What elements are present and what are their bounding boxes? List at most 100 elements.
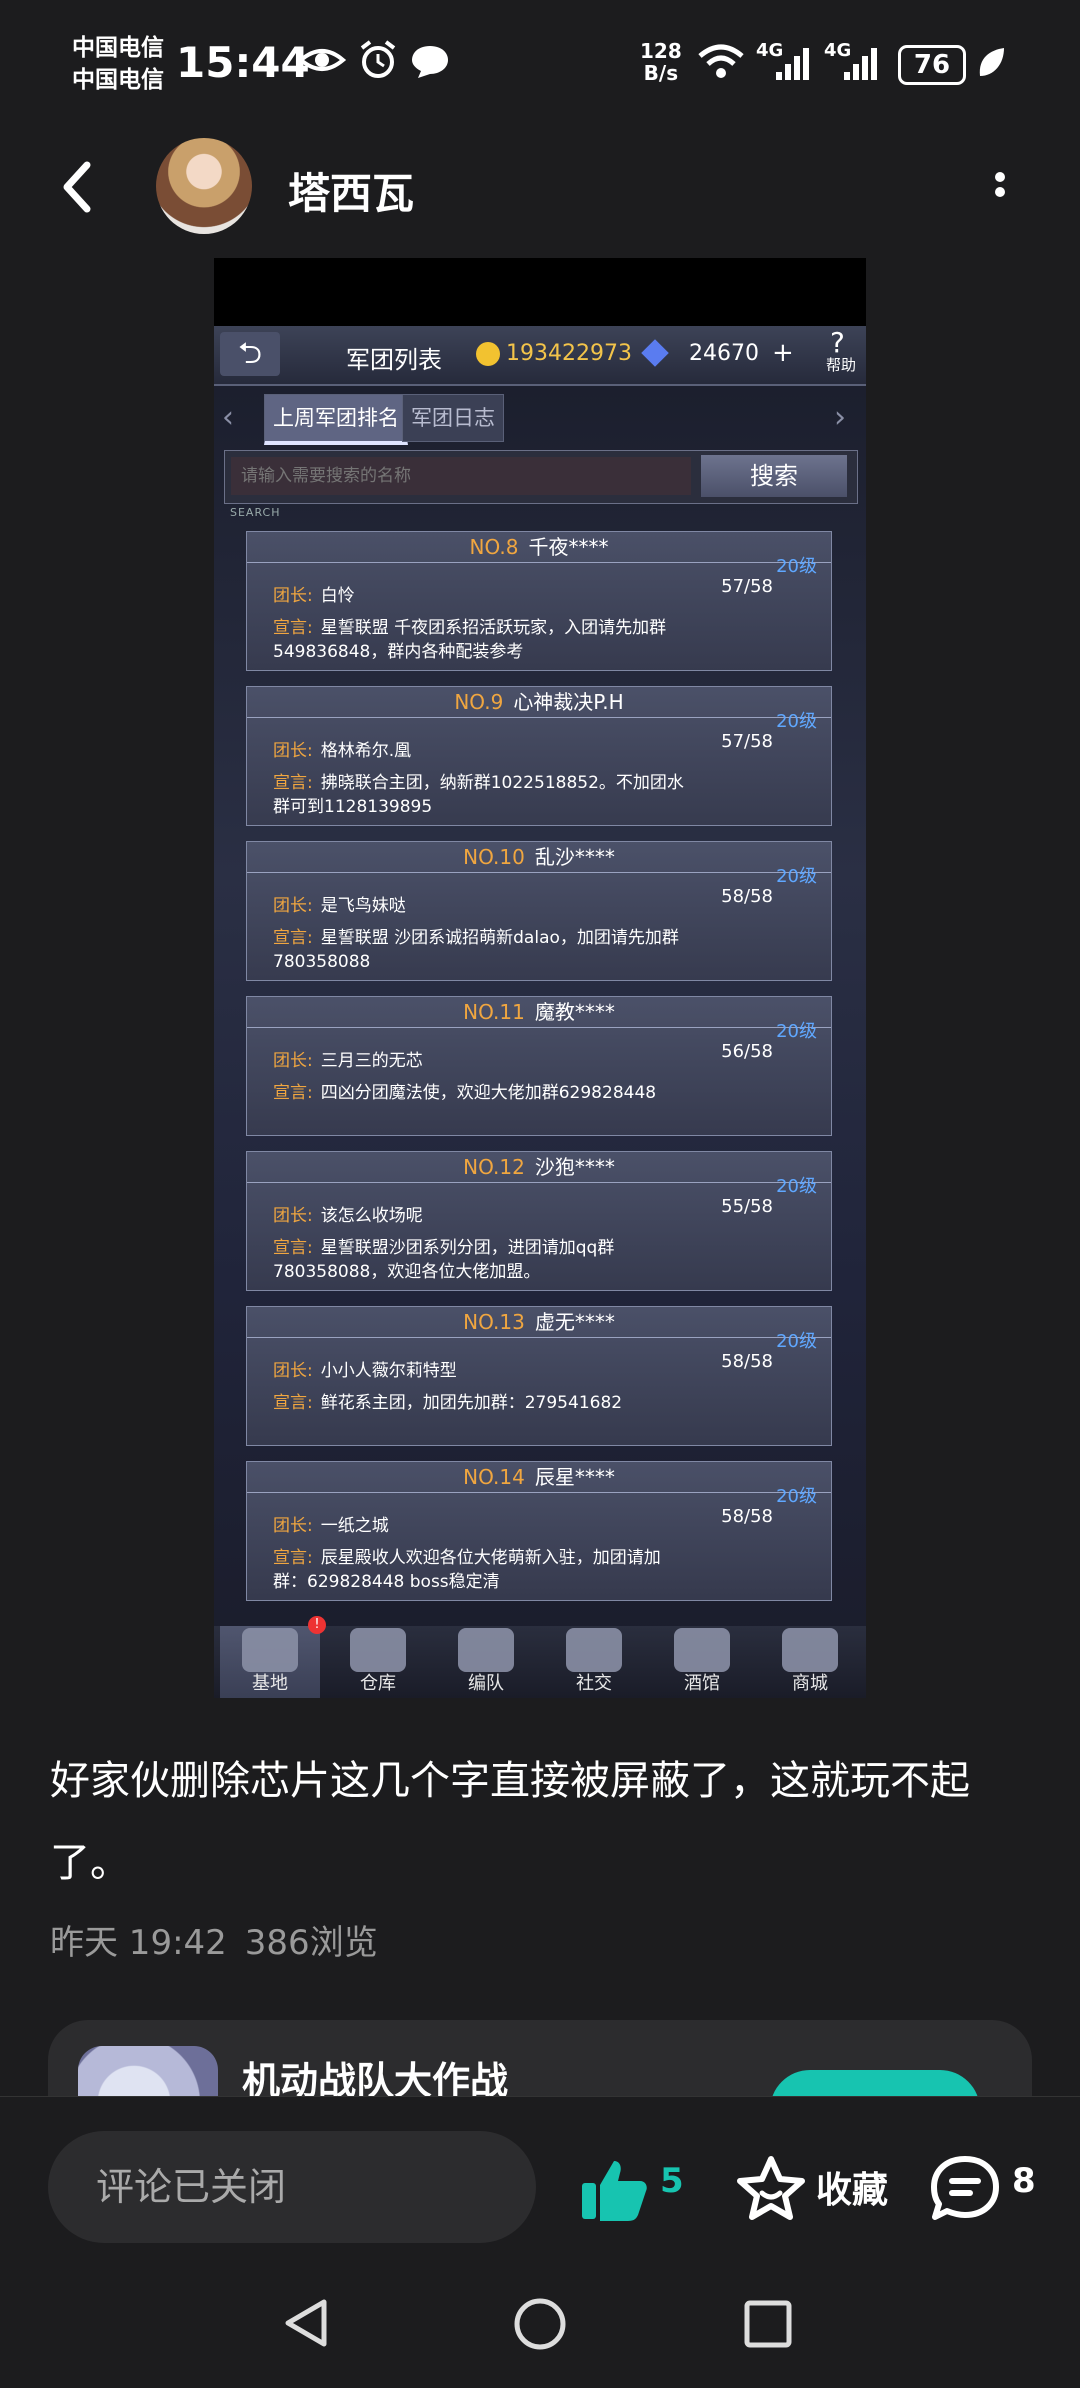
legion-leader: 团长: 白怜	[273, 584, 693, 608]
legion-rank: NO.8	[469, 535, 519, 559]
game-search-button: 搜索	[701, 455, 847, 497]
wifi-icon	[698, 44, 744, 78]
chevron-right-icon: ›	[834, 400, 846, 435]
more-options-icon[interactable]	[985, 165, 1015, 215]
legion-header: NO.8 千夜****	[247, 532, 831, 563]
declaration-value: 星誓联盟 沙团系诚招萌新dalao，加团请先加群780358088	[273, 928, 679, 972]
handshake-icon	[566, 1628, 622, 1672]
legion-header: NO.12 沙狍****	[247, 1152, 831, 1183]
base-emblem-icon	[242, 1628, 298, 1672]
net-speed-value: 128	[640, 39, 682, 63]
carrier-1: 中国电信	[72, 35, 164, 61]
legion-member-count: 58/58	[721, 1506, 773, 1527]
help-label: 帮助	[826, 356, 857, 374]
game-nav-label: 酒馆	[684, 1673, 720, 1694]
legion-header: NO.11 魔教****	[247, 997, 831, 1028]
add-gems-icon: +	[772, 338, 794, 368]
tab-legion-log: 军团日志	[402, 394, 504, 442]
leader-key: 团长:	[273, 586, 313, 606]
declaration-key: 宣言:	[273, 618, 313, 638]
legion-card: NO.13 虚无**** 20级 58/58 团长: 小小人薇尔莉特型 宣言: 鲜花系…	[246, 1306, 832, 1446]
legion-card: NO.9 心神裁决P.H 20级 57/58 团长: 格林希尔.凰 宣言: 拂晓联合主…	[246, 686, 832, 826]
system-nav-bar	[0, 2256, 1080, 2388]
alarm-icon	[360, 40, 396, 78]
formation-icon	[458, 1628, 514, 1672]
game-back-icon: ⮌	[220, 332, 280, 376]
star-icon[interactable]	[736, 2155, 806, 2221]
comment-icon[interactable]	[930, 2155, 1000, 2221]
legion-rank: NO.10	[463, 845, 525, 869]
post-meta: 昨天 19:42 386浏览	[50, 1915, 396, 1964]
eye-icon	[298, 49, 346, 71]
tavern-icon	[674, 1628, 730, 1672]
legion-level: 20级	[776, 1486, 817, 1507]
gold-coin-icon	[476, 342, 500, 366]
game-nav-social: 社交	[544, 1626, 644, 1698]
game-nav-label: 商城	[792, 1673, 828, 1694]
comment-input[interactable]: 评论已关闭	[48, 2131, 536, 2243]
post-text: 好家伙删除芯片这几个字直接被屏蔽了，这就玩不起了。	[50, 1758, 970, 1886]
legion-level: 20级	[776, 556, 817, 577]
leader-key: 团长:	[273, 741, 313, 761]
game-nav-label: 编队	[468, 1673, 504, 1694]
declaration-value: 星誓联盟 千夜团系招活跃玩家，入团请先加群549836848，群内各种配装参考	[273, 618, 667, 662]
legion-level: 20级	[776, 866, 817, 887]
leaf-icon	[979, 48, 1004, 76]
declaration-value: 星誓联盟沙团系列分团，进团请加qq群780358088，欢迎各位大佬加盟。	[273, 1238, 615, 1282]
legion-member-count: 57/58	[721, 576, 773, 597]
legion-leader: 团长: 格林希尔.凰	[273, 739, 693, 763]
declaration-key: 宣言:	[273, 1238, 313, 1258]
leader-value: 一纸之城	[320, 1516, 389, 1536]
leader-value: 三月三的无芯	[320, 1051, 423, 1071]
shop-icon	[782, 1628, 838, 1672]
game-bottom-nav: 基地 ! 仓库 编队 社交 酒馆 商城	[214, 1616, 866, 1698]
legion-member-count: 58/58	[721, 1351, 773, 1372]
chat-bubble-icon	[412, 46, 448, 78]
leader-key: 团长:	[273, 1051, 313, 1071]
legion-leader: 团长: 小小人薇尔莉特型	[273, 1359, 693, 1383]
game-nav-shop: 商城	[760, 1626, 860, 1698]
game-nav-base: 基地 !	[220, 1616, 326, 1698]
declaration-key: 宣言:	[273, 1548, 313, 1568]
game-tabs: ‹ 上周军团排名 军团日志 ›	[214, 388, 866, 445]
gem-amount: 24670	[689, 341, 759, 366]
signal-bars-1-icon	[776, 48, 809, 80]
legion-header: NO.10 乱沙****	[247, 842, 831, 873]
status-bar: 中国电信 中国电信 15:44 128 B/s 4G 4G 76	[0, 0, 1080, 130]
game-screen: ⮌ 军团列表 193422973 24670 + ? 帮助 ‹ 上周军团排名 军…	[214, 326, 866, 1698]
signal-bars-2-icon	[844, 48, 877, 80]
username[interactable]: 塔西瓦	[288, 160, 414, 221]
thumbs-up-icon[interactable]	[580, 2157, 648, 2223]
like-count: 5	[660, 2161, 684, 2201]
legion-member-count: 57/58	[721, 731, 773, 752]
declaration-key: 宣言:	[273, 1393, 313, 1413]
legion-declaration: 宣言: 辰星殿收人欢迎各位大佬萌新入驻，加团请加群：629828448 boss稳…	[273, 1546, 693, 1594]
favorite-label[interactable]: 收藏	[816, 2161, 888, 2213]
post-image[interactable]: ⮌ 军团列表 193422973 24670 + ? 帮助 ‹ 上周军团排名 军…	[214, 258, 866, 1698]
game-nav-tavern: 酒馆	[652, 1626, 752, 1698]
legion-declaration: 宣言: 星誓联盟 沙团系诚招萌新dalao，加团请先加群780358088	[273, 926, 693, 974]
game-top-bar: ⮌ 军团列表 193422973 24670 + ? 帮助	[214, 326, 866, 386]
game-nav-label: 基地	[252, 1673, 288, 1694]
legion-header: NO.14 辰星****	[247, 1462, 831, 1493]
nav-home-icon[interactable]	[512, 2296, 568, 2352]
nav-back-icon[interactable]	[282, 2296, 332, 2350]
declaration-value: 鲜花系主团，加团先加群：279541682	[320, 1393, 623, 1413]
leader-value: 该怎么收场呢	[320, 1206, 423, 1226]
legion-member-count: 56/58	[721, 1041, 773, 1062]
legion-rank: NO.13	[463, 1310, 525, 1334]
legion-declaration: 宣言: 拂晓联合主团，纳新群1022518852。不加团水群可到112813989…	[273, 771, 693, 819]
legion-card: NO.10 乱沙**** 20级 58/58 团长: 是飞鸟妹哒 宣言: 星誓联盟 沙…	[246, 841, 832, 981]
tab-last-week-ranking: 上周军团排名	[264, 394, 408, 445]
avatar[interactable]	[156, 138, 252, 234]
declaration-value: 辰星殿收人欢迎各位大佬萌新入驻，加团请加群：629828448 boss稳定清	[273, 1548, 661, 1592]
back-arrow-icon[interactable]	[55, 150, 105, 225]
legion-level: 20级	[776, 1021, 817, 1042]
legion-leader: 团长: 该怎么收场呢	[273, 1204, 693, 1228]
legion-header: NO.13 虚无****	[247, 1307, 831, 1338]
declaration-key: 宣言:	[273, 928, 313, 948]
nav-recents-icon[interactable]	[742, 2298, 794, 2350]
legion-member-count: 58/58	[721, 886, 773, 907]
leader-key: 团长:	[273, 1361, 313, 1381]
legion-leader: 团长: 一纸之城	[273, 1514, 693, 1538]
